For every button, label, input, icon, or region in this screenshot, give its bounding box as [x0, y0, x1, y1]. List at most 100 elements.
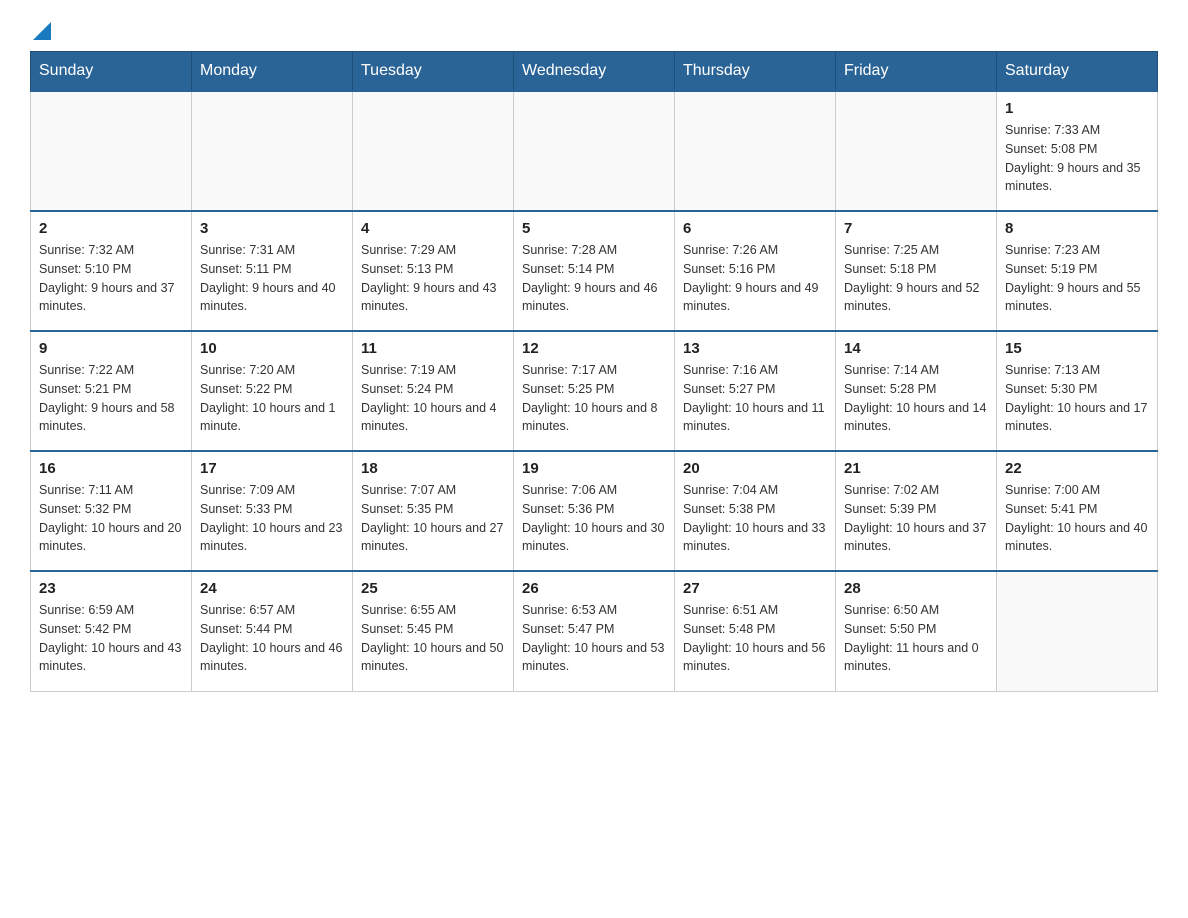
- calendar-week-row: 23 Sunrise: 6:59 AMSunset: 5:42 PMDayligh…: [31, 571, 1158, 691]
- day-number: 2: [39, 220, 183, 237]
- day-info: Sunrise: 7:17 AMSunset: 5:25 PMDaylight:…: [522, 361, 666, 436]
- day-info: Sunrise: 7:20 AMSunset: 5:22 PMDaylight:…: [200, 361, 344, 436]
- day-number: 11: [361, 340, 505, 357]
- calendar-day-cell: [836, 91, 997, 211]
- calendar-day-cell: 13Sunrise: 7:16 AMSunset: 5:27 PMDayligh…: [675, 331, 836, 451]
- day-info: Sunrise: 6:50 AMSunset: 5:50 PMDaylight:…: [844, 601, 988, 676]
- day-info: Sunrise: 7:28 AMSunset: 5:14 PMDaylight:…: [522, 241, 666, 316]
- day-number: 12: [522, 340, 666, 357]
- calendar-day-cell: 4 Sunrise: 7:29 AMSunset: 5:13 PMDaylight…: [353, 211, 514, 331]
- calendar-week-row: 2 Sunrise: 7:32 AMSunset: 5:10 PMDaylight…: [31, 211, 1158, 331]
- calendar-day-cell: [997, 571, 1158, 691]
- day-number: 19: [522, 460, 666, 477]
- day-number: 26: [522, 580, 666, 597]
- calendar-day-cell: [514, 91, 675, 211]
- day-number: 16: [39, 460, 183, 477]
- day-number: 14: [844, 340, 988, 357]
- calendar-day-cell: [675, 91, 836, 211]
- calendar-day-cell: 24 Sunrise: 6:57 AMSunset: 5:44 PMDayligh…: [192, 571, 353, 691]
- day-info: Sunrise: 7:09 AMSunset: 5:33 PMDaylight:…: [200, 481, 344, 556]
- calendar-day-cell: 8Sunrise: 7:23 AMSunset: 5:19 PMDaylight…: [997, 211, 1158, 331]
- day-of-week-header: Monday: [192, 52, 353, 92]
- calendar-day-cell: 15 Sunrise: 7:13 AMSunset: 5:30 PMDayligh…: [997, 331, 1158, 451]
- day-info: Sunrise: 6:53 AMSunset: 5:47 PMDaylight:…: [522, 601, 666, 676]
- day-of-week-header: Sunday: [31, 52, 192, 92]
- day-info: Sunrise: 6:57 AMSunset: 5:44 PMDaylight:…: [200, 601, 344, 676]
- calendar-day-cell: 23 Sunrise: 6:59 AMSunset: 5:42 PMDayligh…: [31, 571, 192, 691]
- day-number: 4: [361, 220, 505, 237]
- page-header: [30, 20, 1158, 41]
- day-info: Sunrise: 6:55 AMSunset: 5:45 PMDaylight:…: [361, 601, 505, 676]
- days-of-week-row: SundayMondayTuesdayWednesdayThursdayFrid…: [31, 52, 1158, 92]
- calendar-day-cell: 21Sunrise: 7:02 AMSunset: 5:39 PMDayligh…: [836, 451, 997, 571]
- day-info: Sunrise: 7:32 AMSunset: 5:10 PMDaylight:…: [39, 241, 183, 316]
- day-number: 10: [200, 340, 344, 357]
- day-number: 6: [683, 220, 827, 237]
- calendar-day-cell: 12 Sunrise: 7:17 AMSunset: 5:25 PMDayligh…: [514, 331, 675, 451]
- day-info: Sunrise: 7:33 AMSunset: 5:08 PMDaylight:…: [1005, 121, 1149, 196]
- day-info: Sunrise: 7:11 AMSunset: 5:32 PMDaylight:…: [39, 481, 183, 556]
- day-of-week-header: Tuesday: [353, 52, 514, 92]
- calendar-day-cell: 25 Sunrise: 6:55 AMSunset: 5:45 PMDayligh…: [353, 571, 514, 691]
- day-number: 25: [361, 580, 505, 597]
- calendar-day-cell: 9 Sunrise: 7:22 AMSunset: 5:21 PMDaylight…: [31, 331, 192, 451]
- day-info: Sunrise: 7:04 AMSunset: 5:38 PMDaylight:…: [683, 481, 827, 556]
- calendar-day-cell: 28 Sunrise: 6:50 AMSunset: 5:50 PMDayligh…: [836, 571, 997, 691]
- calendar-day-cell: 5 Sunrise: 7:28 AMSunset: 5:14 PMDaylight…: [514, 211, 675, 331]
- calendar-day-cell: 3 Sunrise: 7:31 AMSunset: 5:11 PMDaylight…: [192, 211, 353, 331]
- logo: [30, 20, 51, 41]
- day-of-week-header: Thursday: [675, 52, 836, 92]
- calendar-day-cell: 18 Sunrise: 7:07 AMSunset: 5:35 PMDayligh…: [353, 451, 514, 571]
- calendar-day-cell: 27 Sunrise: 6:51 AMSunset: 5:48 PMDayligh…: [675, 571, 836, 691]
- calendar-day-cell: [31, 91, 192, 211]
- calendar-day-cell: 26 Sunrise: 6:53 AMSunset: 5:47 PMDayligh…: [514, 571, 675, 691]
- day-number: 9: [39, 340, 183, 357]
- day-info: Sunrise: 7:07 AMSunset: 5:35 PMDaylight:…: [361, 481, 505, 556]
- calendar-day-cell: 7 Sunrise: 7:25 AMSunset: 5:18 PMDaylight…: [836, 211, 997, 331]
- calendar-day-cell: 1 Sunrise: 7:33 AMSunset: 5:08 PMDaylight…: [997, 91, 1158, 211]
- calendar-day-cell: [353, 91, 514, 211]
- day-number: 27: [683, 580, 827, 597]
- calendar-day-cell: 2 Sunrise: 7:32 AMSunset: 5:10 PMDaylight…: [31, 211, 192, 331]
- day-info: Sunrise: 6:59 AMSunset: 5:42 PMDaylight:…: [39, 601, 183, 676]
- day-info: Sunrise: 7:19 AMSunset: 5:24 PMDaylight:…: [361, 361, 505, 436]
- day-info: Sunrise: 6:51 AMSunset: 5:48 PMDaylight:…: [683, 601, 827, 676]
- calendar-day-cell: 22 Sunrise: 7:00 AMSunset: 5:41 PMDayligh…: [997, 451, 1158, 571]
- calendar-week-row: 16 Sunrise: 7:11 AMSunset: 5:32 PMDayligh…: [31, 451, 1158, 571]
- calendar-day-cell: 14 Sunrise: 7:14 AMSunset: 5:28 PMDayligh…: [836, 331, 997, 451]
- calendar-day-cell: [192, 91, 353, 211]
- day-info: Sunrise: 7:00 AMSunset: 5:41 PMDaylight:…: [1005, 481, 1149, 556]
- calendar-week-row: 1 Sunrise: 7:33 AMSunset: 5:08 PMDaylight…: [31, 91, 1158, 211]
- day-info: Sunrise: 7:25 AMSunset: 5:18 PMDaylight:…: [844, 241, 988, 316]
- day-number: 21: [844, 460, 988, 477]
- day-number: 24: [200, 580, 344, 597]
- day-number: 23: [39, 580, 183, 597]
- day-number: 15: [1005, 340, 1149, 357]
- day-number: 3: [200, 220, 344, 237]
- day-info: Sunrise: 7:31 AMSunset: 5:11 PMDaylight:…: [200, 241, 344, 316]
- day-number: 7: [844, 220, 988, 237]
- day-number: 5: [522, 220, 666, 237]
- calendar-day-cell: 6Sunrise: 7:26 AMSunset: 5:16 PMDaylight…: [675, 211, 836, 331]
- day-number: 18: [361, 460, 505, 477]
- day-number: 22: [1005, 460, 1149, 477]
- calendar-day-cell: 11 Sunrise: 7:19 AMSunset: 5:24 PMDayligh…: [353, 331, 514, 451]
- day-info: Sunrise: 7:22 AMSunset: 5:21 PMDaylight:…: [39, 361, 183, 436]
- calendar-day-cell: 16 Sunrise: 7:11 AMSunset: 5:32 PMDayligh…: [31, 451, 192, 571]
- logo-triangle-icon: [33, 22, 51, 40]
- day-info: Sunrise: 7:14 AMSunset: 5:28 PMDaylight:…: [844, 361, 988, 436]
- day-info: Sunrise: 7:06 AMSunset: 5:36 PMDaylight:…: [522, 481, 666, 556]
- day-number: 1: [1005, 100, 1149, 117]
- calendar-day-cell: 19 Sunrise: 7:06 AMSunset: 5:36 PMDayligh…: [514, 451, 675, 571]
- calendar-day-cell: 10 Sunrise: 7:20 AMSunset: 5:22 PMDayligh…: [192, 331, 353, 451]
- day-info: Sunrise: 7:29 AMSunset: 5:13 PMDaylight:…: [361, 241, 505, 316]
- day-of-week-header: Saturday: [997, 52, 1158, 92]
- day-of-week-header: Wednesday: [514, 52, 675, 92]
- day-number: 28: [844, 580, 988, 597]
- calendar-table: SundayMondayTuesdayWednesdayThursdayFrid…: [30, 51, 1158, 692]
- calendar-day-cell: 20Sunrise: 7:04 AMSunset: 5:38 PMDayligh…: [675, 451, 836, 571]
- day-number: 17: [200, 460, 344, 477]
- calendar-week-row: 9 Sunrise: 7:22 AMSunset: 5:21 PMDaylight…: [31, 331, 1158, 451]
- day-number: 13: [683, 340, 827, 357]
- day-info: Sunrise: 7:13 AMSunset: 5:30 PMDaylight:…: [1005, 361, 1149, 436]
